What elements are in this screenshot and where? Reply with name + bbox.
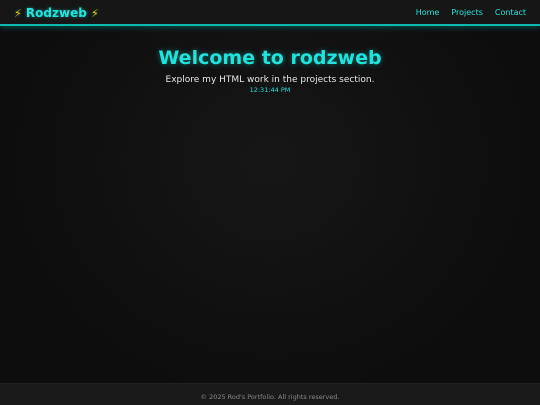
hero-subtitle: Explore my HTML work in the projects sec…	[165, 75, 375, 85]
footer: © 2025 Rod's Portfolio. All rights reser…	[0, 383, 540, 405]
nav-link-contact[interactable]: Contact	[495, 8, 526, 18]
hero-section: Welcome to rodzweb Explore my HTML work …	[0, 46, 540, 95]
clock-display: 12:31:44 PM	[249, 86, 291, 94]
navbar: ⚡ Rodzweb ⚡ Home Projects Contact	[0, 0, 540, 26]
nav-link-projects[interactable]: Projects	[451, 8, 483, 18]
brand-logo[interactable]: ⚡ Rodzweb ⚡	[14, 5, 99, 22]
nav-link-home[interactable]: Home	[416, 8, 440, 18]
lightning-icon: ⚡	[90, 7, 99, 20]
nav-links: Home Projects Contact	[416, 8, 526, 18]
lightning-icon: ⚡	[14, 7, 22, 20]
copyright-text: © 2025 Rod's Portfolio. All rights reser…	[200, 393, 340, 401]
page: ⚡ Rodzweb ⚡ Home Projects Contact Welcom…	[0, 0, 540, 405]
brand-name: Rodzweb	[25, 6, 87, 20]
page-title: Welcome to rodzweb	[158, 47, 382, 69]
